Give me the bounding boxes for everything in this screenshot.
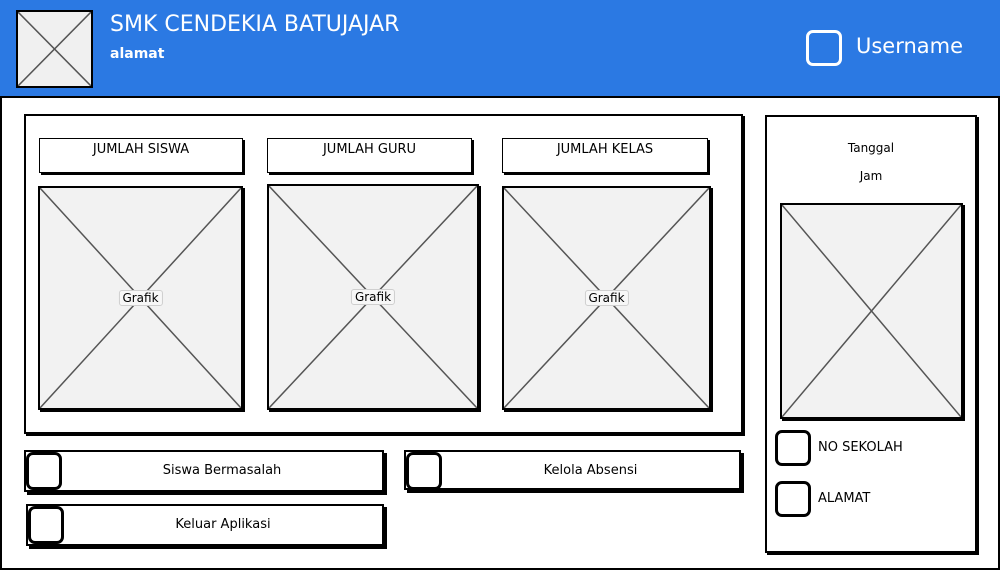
- chart-kelas-label: Grafik: [584, 290, 629, 306]
- keluar-aplikasi-button[interactable]: Keluar Aplikasi: [26, 504, 384, 546]
- header-bar: SMK CENDEKIA BATUJAJAR alamat Username: [0, 0, 1000, 98]
- menu-square-icon: [406, 452, 442, 490]
- school-address: alamat: [110, 46, 165, 62]
- date-text: Tanggal: [847, 141, 895, 155]
- side-image-placeholder: [780, 203, 963, 419]
- kelola-absensi-label: Kelola Absensi: [543, 463, 638, 478]
- info-alamat-label: ALAMAT: [818, 491, 871, 506]
- chart-kelas-placeholder: Grafik: [502, 186, 711, 410]
- school-name: SMK CENDEKIA BATUJAJAR: [110, 12, 400, 37]
- chart-guru-label: Grafik: [350, 289, 396, 305]
- siswa-bermasalah-button[interactable]: Siswa Bermasalah: [24, 450, 384, 492]
- school-logo-image: [16, 10, 93, 88]
- kelola-absensi-button[interactable]: Kelola Absensi: [404, 450, 741, 490]
- side-panel: Tanggal Jam NO SEKOLAH ALAMAT: [765, 115, 977, 553]
- siswa-bermasalah-label: Siswa Bermasalah: [162, 463, 282, 478]
- stat-label-kelas: JUMLAH KELAS: [502, 138, 708, 173]
- checkbox-icon: [775, 481, 811, 517]
- info-no-sekolah-label: NO SEKOLAH: [818, 440, 903, 455]
- stat-label-siswa: JUMLAH SISWA: [39, 138, 243, 173]
- chart-siswa-label: Grafik: [118, 290, 163, 306]
- chart-guru-placeholder: Grafik: [267, 184, 479, 410]
- username-link[interactable]: Username: [856, 34, 963, 58]
- menu-square-icon: [26, 452, 62, 490]
- user-avatar-icon[interactable]: [806, 30, 842, 66]
- menu-square-icon: [28, 506, 64, 544]
- time-text: Jam: [859, 169, 883, 183]
- stat-label-guru: JUMLAH GURU: [267, 138, 472, 173]
- keluar-aplikasi-label: Keluar Aplikasi: [175, 517, 271, 532]
- checkbox-icon: [775, 430, 811, 466]
- chart-siswa-placeholder: Grafik: [38, 186, 243, 410]
